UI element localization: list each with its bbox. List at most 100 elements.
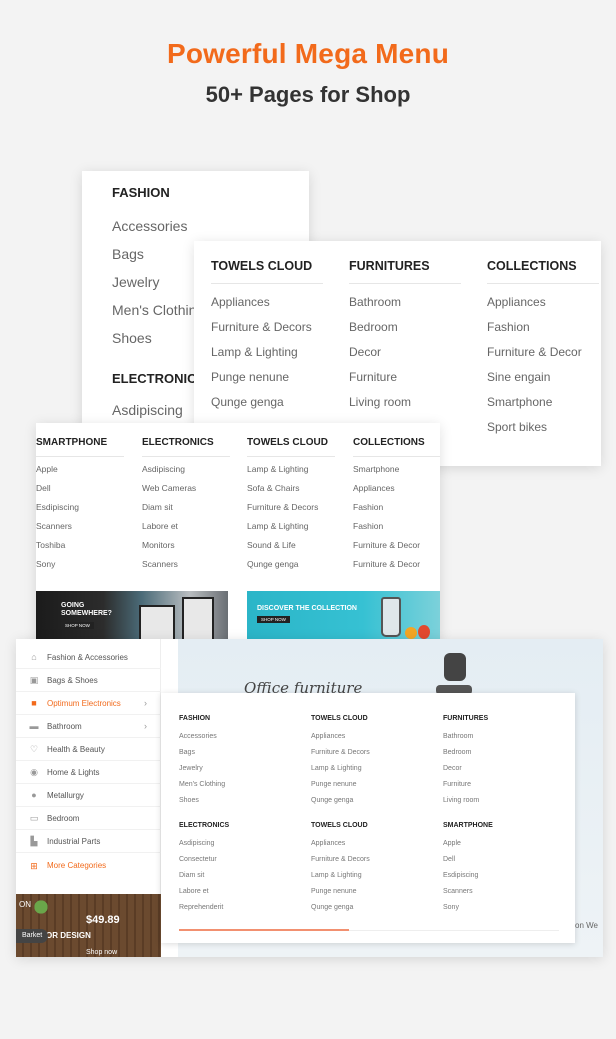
shop-now-button[interactable]: SHOP NOW — [61, 622, 94, 629]
menu-link[interactable]: Appliances — [311, 836, 431, 852]
menu-link[interactable]: Furniture — [349, 365, 461, 390]
menu-link[interactable]: Lamp & Lighting — [247, 517, 335, 536]
menu-link[interactable]: Shoes — [112, 324, 204, 352]
sidebar-item-home-lights[interactable]: ◉ Home & Lights — [16, 761, 161, 784]
sidebar-item-electronics[interactable]: ■ Optimum Electronics › — [16, 692, 161, 715]
menu-link[interactable]: Esdipiscing — [443, 868, 563, 884]
menu-link[interactable]: Furniture & Decor — [353, 536, 440, 555]
menu-link[interactable]: Appliances — [353, 479, 440, 498]
menu-link[interactable]: Sound & Life — [247, 536, 335, 555]
sub-heading: 50+ Pages for Shop — [205, 82, 411, 107]
menu-link[interactable]: Smartphone — [353, 460, 440, 479]
sidebar-item-bags[interactable]: ▣ Bags & Shoes — [16, 669, 161, 692]
menu-link[interactable]: Sony — [443, 900, 563, 916]
menu-link[interactable]: Apple — [36, 460, 124, 479]
menu-link[interactable]: Sony — [36, 555, 124, 574]
menu-link[interactable]: Qunge genga — [311, 900, 431, 916]
menu-link[interactable]: Scanners — [443, 884, 563, 900]
interior-promo-banner[interactable]: ON $49.89 NTERIOR DESIGN Shop now Barket — [16, 894, 161, 957]
menu-link[interactable]: Apple — [443, 836, 563, 852]
menu-link[interactable]: Fashion — [353, 517, 440, 536]
menu-link[interactable]: Dell — [36, 479, 124, 498]
menu-link[interactable]: Lamp & Lighting — [311, 868, 431, 884]
menu-link[interactable]: Reprehenderit — [179, 900, 299, 916]
main-heading: Powerful Mega Menu — [166, 38, 450, 69]
menu-link[interactable]: Men's Clothing — [112, 296, 204, 324]
collection-banner[interactable]: DISCOVER THE COLLECTION SHOP NOW — [247, 591, 440, 645]
menu-link[interactable]: Bags — [179, 745, 299, 761]
menu-link[interactable]: Furniture & Decor — [487, 340, 599, 365]
menu-link[interactable]: Qunge genga — [211, 390, 323, 415]
menu-link[interactable]: Jewelry — [179, 761, 299, 777]
menu-link[interactable]: Punge nenune — [311, 777, 431, 793]
menu-link[interactable]: Diam sit — [142, 498, 230, 517]
menu-link[interactable]: Punge nenune — [211, 365, 323, 390]
menu-link[interactable]: Asdipiscing — [179, 836, 299, 852]
menu-link[interactable]: Jewelry — [112, 268, 204, 296]
menu-link[interactable]: Sport bikes — [487, 415, 599, 440]
menu-link[interactable]: Decor — [443, 761, 563, 777]
menu-link[interactable]: Toshiba — [36, 536, 124, 555]
sidebar-item-bathroom[interactable]: ▬ Bathroom › — [16, 715, 161, 738]
menu-link[interactable]: Lamp & Lighting — [247, 460, 335, 479]
more-categories-link[interactable]: ⊞ More Categories — [16, 854, 161, 877]
menu-link[interactable]: Consectetur — [179, 852, 299, 868]
menu-link[interactable]: Bathroom — [349, 290, 461, 315]
menu-link[interactable]: Appliances — [211, 290, 323, 315]
menu-link[interactable]: Furniture & Decors — [211, 315, 323, 340]
menu-link[interactable]: Punge nenune — [311, 884, 431, 900]
menu-link[interactable]: Furniture & Decors — [247, 498, 335, 517]
menu-link[interactable]: Scanners — [36, 517, 124, 536]
menu-link[interactable]: Qunge genga — [247, 555, 335, 574]
menu-link[interactable]: Appliances — [487, 290, 599, 315]
smartphone-menu-panel: SMARTPHONE Apple Dell Esdipiscing Scanne… — [36, 423, 440, 645]
menu-link[interactable]: Asdipiscing — [112, 396, 205, 424]
menu-link[interactable]: Decor — [349, 340, 461, 365]
banner-text-line1: GOING — [61, 602, 85, 609]
menu-link[interactable]: Bedroom — [349, 315, 461, 340]
menu-link[interactable]: Living room — [443, 793, 563, 809]
menu-link[interactable]: Labore et — [142, 517, 230, 536]
menu-link[interactable]: Shoes — [179, 793, 299, 809]
menu-link[interactable]: Web Cameras — [142, 479, 230, 498]
menu-link[interactable]: Qunge genga — [311, 793, 431, 809]
menu-link[interactable]: Furniture — [443, 777, 563, 793]
menu-link[interactable]: Smartphone — [487, 390, 599, 415]
menu-link[interactable]: Furniture & Decor — [353, 555, 440, 574]
sidebar-item-industrial[interactable]: ▙ Industrial Parts — [16, 830, 161, 853]
menu-link[interactable]: Accessories — [179, 729, 299, 745]
menu-link[interactable]: Dell — [443, 852, 563, 868]
mega-column: FURNITURES Bathroom Bedroom Decor Furnit… — [443, 715, 563, 809]
menu-link[interactable]: Labore et — [179, 884, 299, 900]
menu-link[interactable]: Sine engain — [487, 365, 599, 390]
tablet-image — [182, 597, 214, 645]
bag-icon: ▣ — [29, 675, 39, 685]
sidebar-item-fashion[interactable]: ⌂ Fashion & Accessories — [16, 646, 161, 669]
menu-link[interactable]: Asdipiscing — [142, 460, 230, 479]
sidebar-item-bedroom[interactable]: ▭ Bedroom — [16, 807, 161, 830]
menu-link[interactable]: Sofa & Chairs — [247, 479, 335, 498]
menu-link[interactable]: Esdipiscing — [36, 498, 124, 517]
travel-banner[interactable]: GOING SOMEWHERE? SHOP NOW — [36, 591, 228, 645]
menu-link[interactable]: Accessories — [112, 212, 204, 240]
market-tag[interactable]: Barket — [16, 929, 49, 943]
menu-link[interactable]: Monitors — [142, 536, 230, 555]
menu-link[interactable]: Scanners — [142, 555, 230, 574]
menu-link[interactable]: Fashion — [353, 498, 440, 517]
menu-link[interactable]: Living room — [349, 390, 461, 415]
menu-link[interactable]: Diam sit — [179, 868, 299, 884]
menu-link[interactable]: Fashion — [487, 315, 599, 340]
menu-link[interactable]: Furniture & Decors — [311, 852, 431, 868]
promo-shop-link[interactable]: Shop now — [86, 949, 117, 956]
sidebar-item-metallurgy[interactable]: ● Metallurgy — [16, 784, 161, 807]
menu-link[interactable]: Lamp & Lighting — [211, 340, 323, 365]
menu-link[interactable]: Appliances — [311, 729, 431, 745]
shop-now-button[interactable]: SHOP NOW — [257, 616, 290, 623]
menu-link[interactable]: Bags — [112, 240, 204, 268]
menu-link[interactable]: Furniture & Decors — [311, 745, 431, 761]
sidebar-item-health[interactable]: ♡ Health & Beauty — [16, 738, 161, 761]
menu-link[interactable]: Men's Clothing — [179, 777, 299, 793]
menu-link[interactable]: Lamp & Lighting — [311, 761, 431, 777]
menu-link[interactable]: Bathroom — [443, 729, 563, 745]
menu-link[interactable]: Bedroom — [443, 745, 563, 761]
